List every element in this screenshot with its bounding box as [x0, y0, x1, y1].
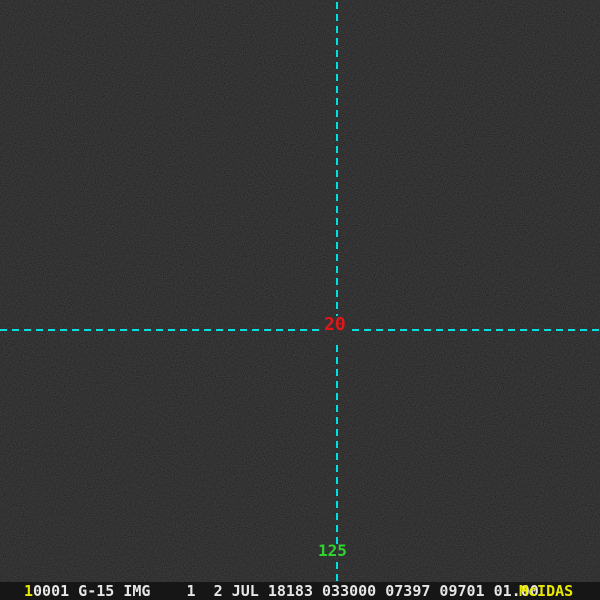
cursor-vertical-line-top[interactable] — [336, 2, 338, 316]
mcidas-image-window: 20 125 10001 G-15 IMG 1 2 JUL 18183 0330… — [0, 0, 600, 600]
cursor-horizontal-line-left[interactable] — [0, 329, 322, 331]
cursor-vertical-line-middle[interactable] — [336, 345, 338, 548]
frame-status-line: 10001 G-15 IMG 1 2 JUL 18183 033000 0739… — [24, 582, 539, 600]
frame-number: 1 — [24, 582, 34, 600]
cursor-value-label: 20 — [324, 314, 346, 335]
frame-status-text: 0001 G-15 IMG 1 2 JUL 18183 033000 07397… — [33, 582, 539, 600]
cursor-coordinate-label: 125 — [318, 541, 347, 560]
frame-status-bar: 10001 G-15 IMG 1 2 JUL 18183 033000 0739… — [0, 582, 600, 600]
cursor-horizontal-line-right[interactable] — [352, 329, 600, 331]
cursor-vertical-line-bottom[interactable] — [336, 562, 338, 582]
satellite-image-noise[interactable] — [0, 0, 600, 582]
mcidas-brand-label: McIDAS — [519, 582, 574, 600]
